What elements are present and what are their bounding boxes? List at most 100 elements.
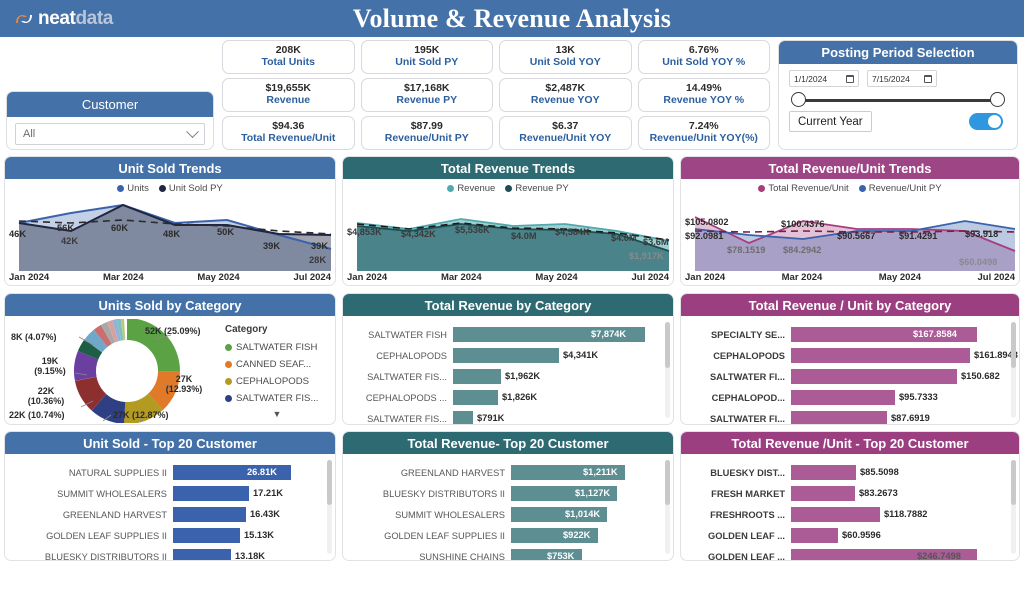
bar-row[interactable]: SALTWATER FIS... $1,962K [349, 366, 663, 387]
kpi-card-revenue[interactable]: $19,655K Revenue [222, 78, 355, 112]
bar-row[interactable]: BLUESKY DIST... $85.5098 [687, 462, 1009, 483]
bar-list: SPECIALTY SE... $167.8584 CEPHALOPODS $1… [681, 316, 1019, 424]
bar-row[interactable]: SPECIALTY SE... $167.8584 [687, 324, 1009, 345]
date-range-slider[interactable] [779, 87, 1017, 109]
current-year-field[interactable]: Current Year [789, 111, 872, 132]
kpi-card-unit-sold-yoy[interactable]: 13K Unit Sold YOY [499, 40, 632, 74]
chart-total-revenue-unit-by-category[interactable]: SPECIALTY SE... $167.8584 CEPHALOPODS $1… [681, 316, 1019, 424]
kpi-card-total-revenue-unit[interactable]: $94.36 Total Revenue/Unit [222, 116, 355, 150]
kpi-card-revenue-unit-py[interactable]: $87.99 Revenue/Unit PY [360, 116, 493, 150]
bar-row[interactable]: SALTWATER FI... $87.6919 [687, 408, 1009, 424]
chart-total-revenue-trends[interactable]: Revenue Revenue PY $4,853K $4,342K $5,53… [343, 179, 673, 285]
data-label: $90.5667 [837, 231, 876, 241]
bar-row[interactable]: CEPHALOPODS ... $1,826K [349, 387, 663, 408]
bar-track: $83.2673 [791, 486, 1009, 501]
kpi-card-revenue-unit-yoy-pct[interactable]: 7.24% Revenue/Unit YOY(%) [637, 116, 770, 150]
calendar-icon[interactable] [924, 74, 932, 83]
scrollbar-thumb[interactable] [1011, 322, 1016, 369]
bar-row[interactable]: GOLDEN LEAF SUPPLIES II $922K [343, 525, 663, 546]
bar-row[interactable]: GOLDEN LEAF ... $246.7498 [687, 546, 1009, 560]
panel-title: Total Revenue- Top 20 Customer [343, 432, 673, 454]
bar-row[interactable]: NATURAL SUPPLIES II 26.81K [5, 462, 325, 483]
bar-category-label: SUMMIT WHOLESALERS [395, 509, 505, 520]
bar-row[interactable]: GOLDEN LEAF SUPPLIES II 15.13K [5, 525, 325, 546]
data-label: $4.0M [611, 233, 637, 243]
slider-handle-end[interactable] [990, 92, 1005, 107]
brand-logo: neatdata [14, 8, 113, 30]
date-range-row: 1/1/2024 7/15/2024 [779, 64, 1017, 87]
bar-row[interactable]: SUMMIT WHOLESALERS $1,014K [343, 504, 663, 525]
data-label: $4,342K [401, 229, 436, 239]
chart-total-revenue-unit-trends[interactable]: Total Revenue/Unit Revenue/Unit PY $105.… [681, 179, 1019, 285]
bar-value-label: $87.6919 [891, 413, 930, 423]
legend-label: CEPHALOPODS [236, 376, 310, 387]
legend-item[interactable]: CEPHALOPODS [225, 373, 329, 390]
chart-total-revenue-top-20-customer[interactable]: GREENLAND HARVEST $1,211K BLUESKY DISTRI… [343, 454, 673, 560]
slider-handle-start[interactable] [791, 92, 806, 107]
bar-row[interactable]: SALTWATER FIS... $791K [349, 408, 663, 424]
chart-units-sold-by-category[interactable]: 52K (25.09%) 27K (12.93%) 27K (12.87%) 2… [5, 316, 335, 424]
scrollbar-thumb[interactable] [665, 322, 670, 369]
kpi-label: Revenue [266, 94, 311, 106]
vertical-scrollbar[interactable] [1011, 322, 1016, 418]
bar-row[interactable]: SALTWATER FISH $7,874K [349, 324, 663, 345]
page-title: Volume & Revenue Analysis [352, 3, 672, 33]
scrollbar-thumb[interactable] [1011, 460, 1016, 506]
kpi-card-unit-sold-py[interactable]: 195K Unit Sold PY [360, 40, 493, 74]
bar-category-label: CEPHALOPODS ... [365, 392, 447, 403]
period-mode-row: Current Year [779, 109, 1017, 132]
panel-total-revenue-top-20-customer: Total Revenue- Top 20 Customer GREENLAND… [342, 431, 674, 561]
bar-row[interactable]: BLUESKY DISTRIBUTORS II $1,127K [343, 483, 663, 504]
bar-value-label: $150.682 [961, 371, 1000, 381]
scrollbar-thumb[interactable] [665, 460, 670, 506]
bar-value-label: 17.21K [253, 488, 283, 498]
vertical-scrollbar[interactable] [665, 460, 670, 554]
legend-item[interactable]: SALTWATER FISH [225, 339, 329, 356]
scrollbar-thumb[interactable] [327, 460, 332, 506]
bar-row[interactable]: GREENLAND HARVEST 16.43K [5, 504, 325, 525]
calendar-icon[interactable] [846, 74, 854, 83]
customer-dropdown[interactable]: All [15, 123, 205, 145]
kpi-label: Revenue YOY % [663, 94, 745, 106]
bar-category-label: SALTWATER FI... [709, 371, 785, 382]
kpi-card-revenue-yoy-pct[interactable]: 14.49% Revenue YOY % [637, 78, 770, 112]
kpi-card-unit-sold-yoy-pct[interactable]: 6.76% Unit Sold YOY % [637, 40, 770, 74]
legend-item[interactable]: SALTWATER FIS... [225, 390, 329, 407]
bar-row[interactable]: BLUESKY DISTRIBUTORS II 13.18K [5, 546, 325, 560]
chart-total-revenue-by-category[interactable]: SALTWATER FISH $7,874K CEPHALOPODS $4,34… [343, 316, 673, 424]
bar-row[interactable]: SUNSHINE CHAINS $753K [343, 546, 663, 560]
legend-label: SALTWATER FISH [236, 342, 318, 353]
bar-category-label: GREENLAND HARVEST [400, 467, 505, 478]
vertical-scrollbar[interactable] [665, 322, 670, 418]
kpi-card-revenue-yoy[interactable]: $2,487K Revenue YOY [499, 78, 632, 112]
kpi-card-revenue-py[interactable]: $17,168K Revenue PY [360, 78, 493, 112]
legend-item[interactable]: CANNED SEAF... [225, 356, 329, 373]
chart-unit-sold-trends[interactable]: Units Unit Sold PY 46K 56K 60K 48K 50K 3… [5, 179, 335, 285]
start-date-field[interactable]: 1/1/2024 [789, 70, 859, 87]
kpi-card-revenue-unit-yoy[interactable]: $6.37 Revenue/Unit YOY [499, 116, 632, 150]
brand-name-primary: neat [38, 7, 76, 29]
chart-unit-sold-top-20-customer[interactable]: NATURAL SUPPLIES II 26.81K SUMMIT WHOLES… [5, 454, 335, 560]
kpi-label: Total Units [261, 56, 315, 68]
bar-row[interactable]: FRESH MARKET $83.2673 [687, 483, 1009, 504]
bar-value-label: 16.43K [250, 509, 280, 519]
kpi-label: Unit Sold PY [395, 56, 459, 68]
end-date-field[interactable]: 7/15/2024 [867, 70, 937, 87]
bar-row[interactable]: CEPHALOPODS $161.8943 [687, 345, 1018, 366]
bar-row[interactable]: FRESHROOTS ... $118.7882 [687, 504, 1009, 525]
legend-expand-icon[interactable]: ▼ [225, 409, 329, 419]
bar-row[interactable]: SUMMIT WHOLESALERS 17.21K [5, 483, 325, 504]
bar-row[interactable]: GOLDEN LEAF ... $60.9596 [687, 525, 1009, 546]
vertical-scrollbar[interactable] [327, 460, 332, 554]
bar-row[interactable]: SALTWATER FI... $150.682 [687, 366, 1009, 387]
chart-total-revenue-unit-top-20-customer[interactable]: BLUESKY DIST... $85.5098 FRESH MARKET $8… [681, 454, 1019, 560]
x-tick: May 2024 [878, 272, 922, 283]
kpi-card-total-units[interactable]: 208K Total Units [222, 40, 355, 74]
period-toggle[interactable] [969, 113, 1003, 130]
vertical-scrollbar[interactable] [1011, 460, 1016, 554]
bar-row[interactable]: CEPHALOPOD... $95.7333 [687, 387, 1009, 408]
bar-track: $922K [511, 528, 663, 543]
bar-row[interactable]: GREENLAND HARVEST $1,211K [343, 462, 663, 483]
bar-row[interactable]: CEPHALOPODS $4,341K [349, 345, 663, 366]
panel-title: Units Sold by Category [5, 294, 335, 316]
